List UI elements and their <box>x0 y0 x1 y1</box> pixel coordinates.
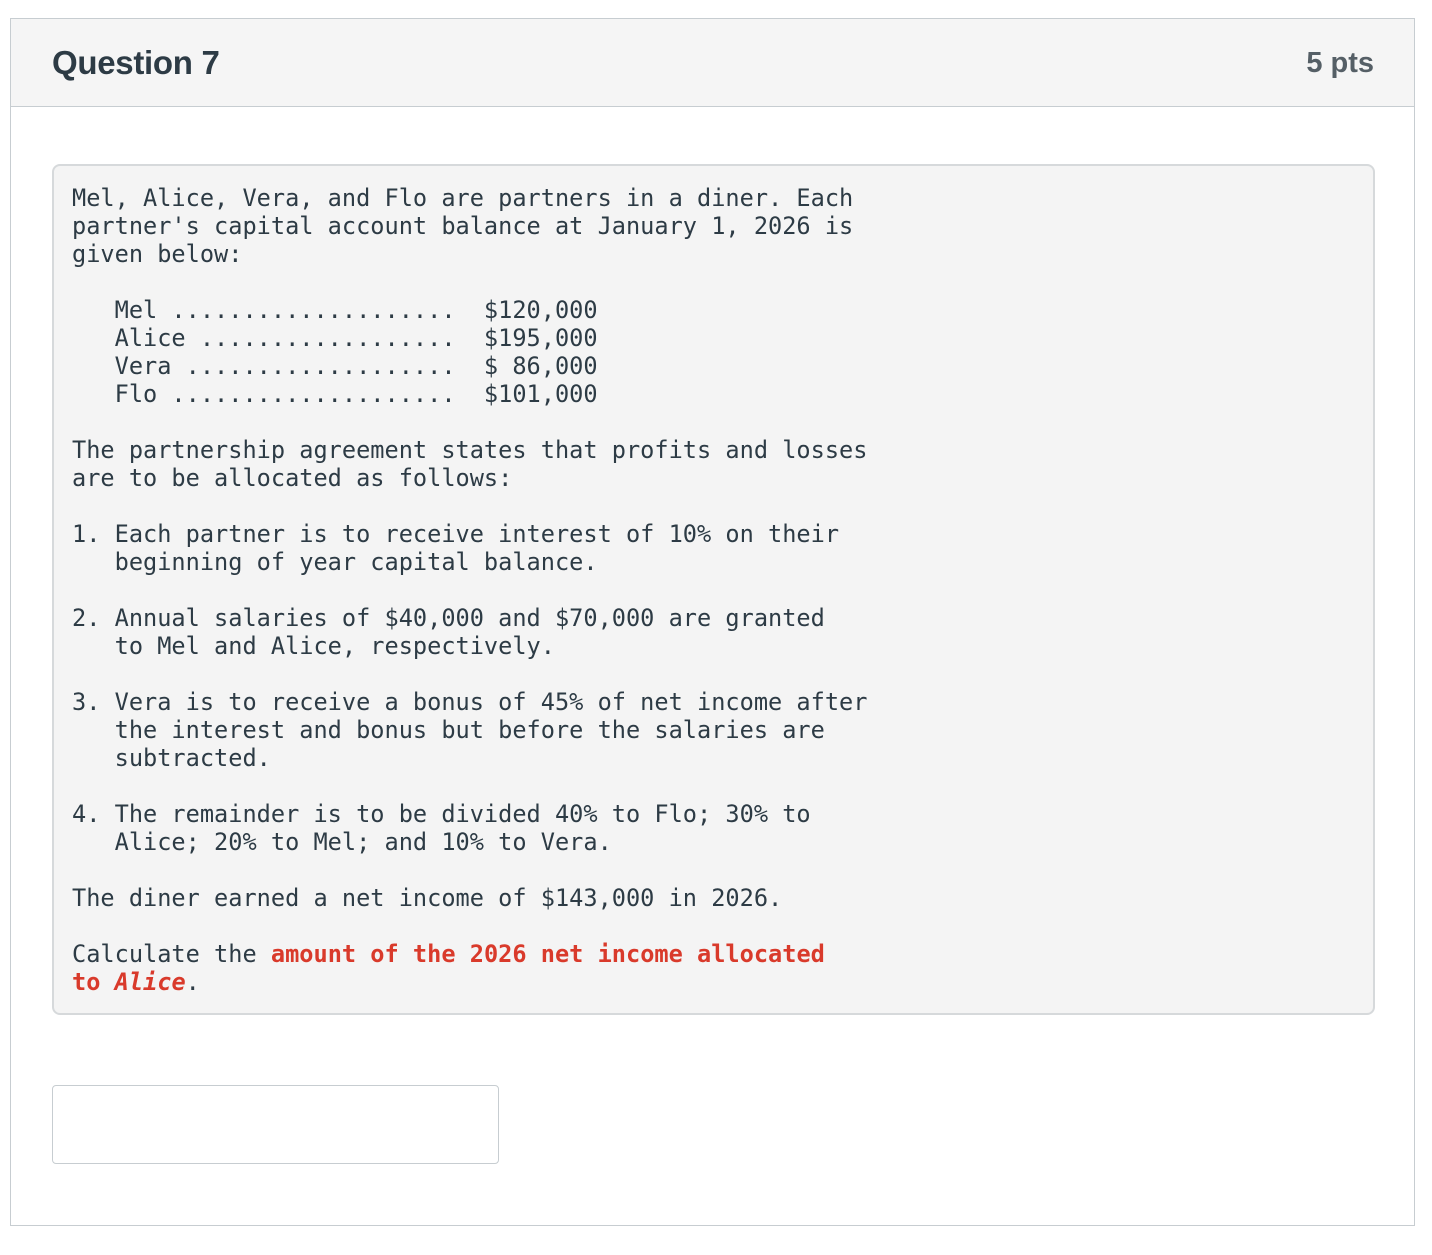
rule-1: 1. Each partner is to receive interest o… <box>72 520 840 576</box>
problem-box: Mel, Alice, Vera, and Flo are partners i… <box>52 164 1375 1015</box>
prompt-prefix: Calculate the <box>72 940 271 968</box>
question-header: Question 7 5 pts <box>11 19 1414 107</box>
balance-line-mel: Mel .................... $120,000 <box>72 296 598 324</box>
balance-line-alice: Alice .................. $195,000 <box>72 324 598 352</box>
question-card: Question 7 5 pts Mel, Alice, Vera, and F… <box>10 18 1415 1226</box>
rule-3: 3. Vera is to receive a bonus of 45% of … <box>72 688 868 772</box>
rule-2: 2. Annual salaries of $40,000 and $70,00… <box>72 604 825 660</box>
prompt-highlight-to: to <box>72 968 115 996</box>
agreement-text: The partnership agreement states that pr… <box>72 436 868 492</box>
question-points: 5 pts <box>1306 47 1374 79</box>
rule-4: 4. The remainder is to be divided 40% to… <box>72 800 811 856</box>
problem-intro: Mel, Alice, Vera, and Flo are partners i… <box>72 184 854 268</box>
balance-line-flo: Flo .................... $101,000 <box>72 380 598 408</box>
net-income-text: The diner earned a net income of $143,00… <box>72 884 783 912</box>
question-title: Question 7 <box>52 44 220 81</box>
prompt-highlight-line1: amount of the 2026 net income allocated <box>270 940 825 968</box>
prompt-suffix: . <box>185 968 200 996</box>
problem-text: Mel, Alice, Vera, and Flo are partners i… <box>72 184 867 996</box>
answer-input[interactable] <box>52 1085 499 1164</box>
balance-line-vera: Vera ................... $ 86,000 <box>72 352 598 380</box>
prompt-highlight-name: Alice <box>114 968 186 996</box>
